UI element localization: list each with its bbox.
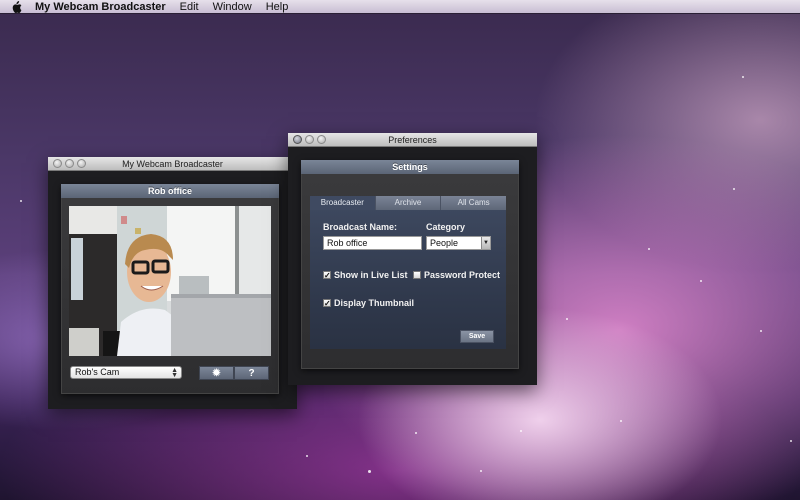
tab-all-cams[interactable]: All Cams — [440, 196, 507, 210]
broadcast-panel: Rob office Rob's Cam ▲ ▼ ✹ ? — [61, 184, 279, 394]
camera-select-value: Rob's Cam — [75, 367, 120, 377]
tab-broadcaster[interactable]: Broadcaster — [310, 196, 375, 210]
title-bar[interactable]: My Webcam Broadcaster — [48, 157, 297, 171]
menu-edit[interactable]: Edit — [180, 1, 199, 13]
password-protect-checkbox[interactable]: Password Protect — [413, 270, 500, 280]
apple-logo-icon[interactable] — [11, 0, 23, 13]
settings-button[interactable]: ✹ — [199, 366, 234, 380]
settings-panel: Settings Broadcaster Archive All Cams Br… — [301, 160, 519, 369]
window-title: My Webcam Broadcaster — [122, 159, 223, 169]
title-bar[interactable]: Preferences — [288, 133, 537, 147]
close-button[interactable] — [293, 135, 302, 144]
window-controls — [293, 135, 326, 144]
broadcaster-window: My Webcam Broadcaster Rob office Rob's C… — [48, 157, 297, 409]
minimize-button[interactable] — [65, 159, 74, 168]
checkbox-checked-icon: ✓ — [323, 271, 331, 280]
tab-bar: Broadcaster Archive All Cams — [310, 196, 507, 210]
webcam-video-feed — [69, 206, 271, 356]
gear-icon: ✹ — [212, 367, 221, 379]
show-in-live-list-checkbox[interactable]: ✓ Show in Live List — [323, 270, 408, 280]
checkbox-unchecked-icon — [413, 271, 421, 279]
zoom-button[interactable] — [77, 159, 86, 168]
checkbox-checked-icon: ✓ — [323, 299, 331, 308]
panel-title: Rob office — [61, 184, 279, 198]
menu-help[interactable]: Help — [266, 1, 289, 13]
menu-window[interactable]: Window — [213, 1, 252, 13]
chevron-down-icon: ▼ — [481, 237, 490, 249]
checkbox-label: Show in Live List — [334, 270, 408, 280]
window-title: Preferences — [388, 135, 437, 145]
tab-archive[interactable]: Archive — [374, 196, 441, 210]
settings-content: Broadcaster Archive All Cams Broadcast N… — [310, 196, 507, 349]
menu-app-name[interactable]: My Webcam Broadcaster — [35, 1, 166, 13]
category-label: Category — [426, 222, 466, 232]
menu-bar: My Webcam Broadcaster Edit Window Help — [0, 0, 800, 14]
category-select[interactable]: People ▼ — [426, 236, 491, 250]
close-button[interactable] — [53, 159, 62, 168]
preferences-window: Preferences Settings Broadcaster Archive… — [288, 133, 537, 385]
category-select-value: People — [430, 238, 459, 248]
checkbox-label: Password Protect — [424, 270, 501, 280]
save-button[interactable]: Save — [460, 330, 494, 343]
help-button[interactable]: ? — [234, 366, 269, 380]
zoom-button[interactable] — [317, 135, 326, 144]
window-controls — [53, 159, 86, 168]
broadcast-name-input[interactable]: Rob office — [323, 236, 422, 250]
action-buttons: ✹ ? — [199, 366, 269, 380]
chevron-up-down-icon: ▲ ▼ — [171, 367, 178, 379]
display-thumbnail-checkbox[interactable]: ✓ Display Thumbnail — [323, 298, 414, 308]
help-icon: ? — [248, 367, 255, 379]
camera-select[interactable]: Rob's Cam ▲ ▼ — [70, 366, 182, 379]
checkbox-label: Display Thumbnail — [334, 298, 415, 308]
broadcast-name-label: Broadcast Name: — [323, 222, 398, 232]
panel-title: Settings — [301, 160, 519, 174]
minimize-button[interactable] — [305, 135, 314, 144]
